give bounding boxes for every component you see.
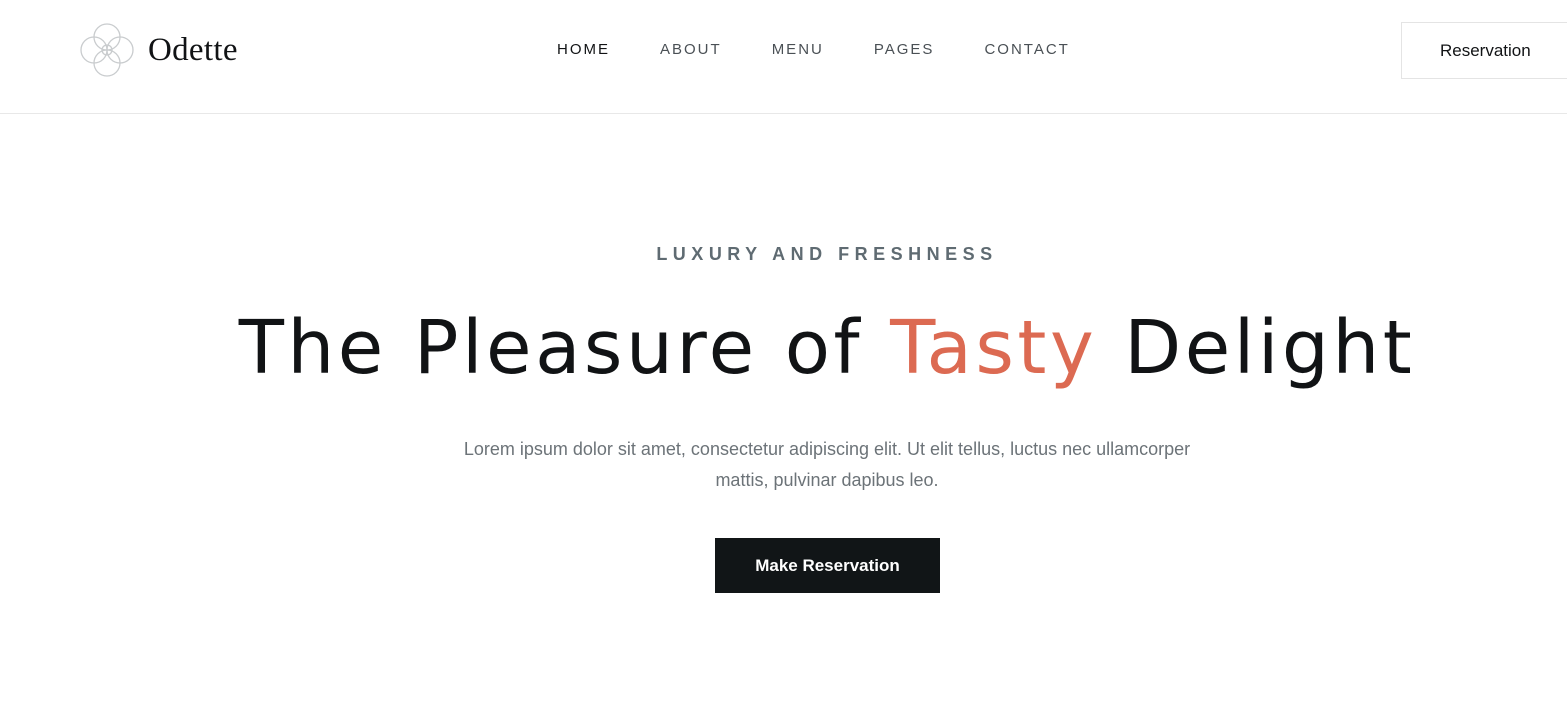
nav-item-menu[interactable]: MENU	[772, 40, 824, 60]
hero-description: Lorem ipsum dolor sit amet, consectetur …	[463, 439, 1191, 490]
headline-part-1: The Pleasure of	[238, 305, 891, 391]
site-header: Odette HOME ABOUT MENU PAGES CONTACT Res…	[0, 0, 1567, 114]
nav-item-contact[interactable]: CONTACT	[984, 40, 1069, 60]
make-reservation-button[interactable]: Make Reservation	[715, 538, 940, 593]
nav-item-pages[interactable]: PAGES	[874, 40, 935, 60]
main-nav: HOME ABOUT MENU PAGES CONTACT	[557, 40, 1120, 60]
headline-accent: Tasty	[890, 305, 1098, 391]
nav-item-home[interactable]: HOME	[557, 40, 610, 60]
nav-item-about[interactable]: ABOUT	[660, 40, 722, 60]
quatrefoil-rings-icon	[80, 23, 134, 77]
hero-kicker: LUXURY AND FRESHNESS	[656, 244, 998, 264]
brand-name: Odette	[148, 31, 238, 68]
hero-headline: The Pleasure of Tasty Delight	[0, 294, 1567, 402]
headline-part-2: Delight	[1097, 305, 1416, 391]
hero-section: LUXURY AND FRESHNESS The Pleasure of Tas…	[0, 114, 1567, 717]
reservation-button[interactable]: Reservation	[1401, 22, 1567, 79]
brand-logo[interactable]: Odette	[77, 21, 238, 79]
